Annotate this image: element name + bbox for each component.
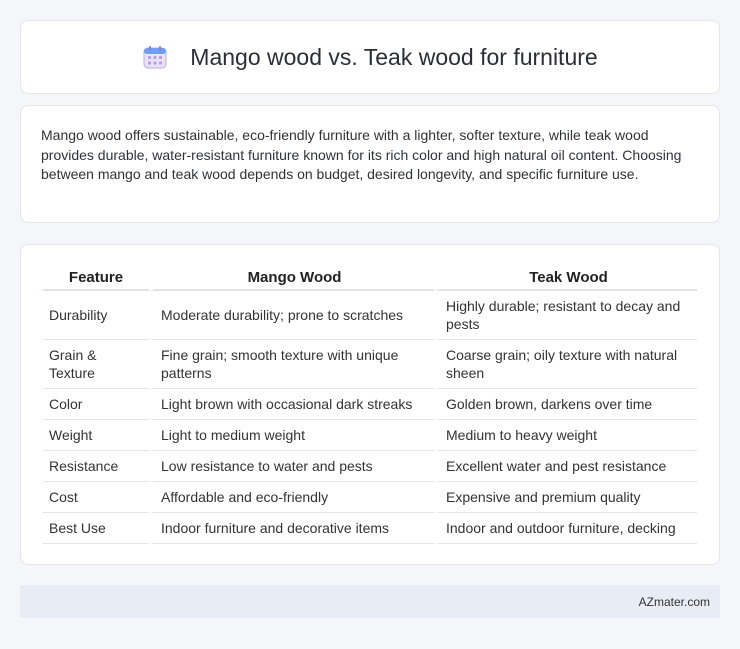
feature-cell: Grain & Texture — [43, 340, 149, 389]
table-row: Grain & Texture Fine grain; smooth textu… — [43, 340, 697, 389]
feature-cell: Best Use — [43, 513, 149, 544]
mango-cell: Affordable and eco-friendly — [149, 482, 434, 513]
table-row: Weight Light to medium weight Medium to … — [43, 420, 697, 451]
calendar-icon — [142, 44, 168, 70]
feature-cell: Weight — [43, 420, 149, 451]
page-title: Mango wood vs. Teak wood for furniture — [190, 43, 598, 70]
column-header-feature: Feature — [43, 265, 149, 291]
comparison-table: Feature Mango Wood Teak Wood Durability … — [43, 265, 697, 544]
feature-cell: Cost — [43, 482, 149, 513]
teak-cell: Indoor and outdoor furniture, decking — [434, 513, 697, 544]
table-row: Cost Affordable and eco-friendly Expensi… — [43, 482, 697, 513]
comparison-card: Feature Mango Wood Teak Wood Durability … — [20, 244, 720, 565]
mango-cell: Fine grain; smooth texture with unique p… — [149, 340, 434, 389]
mango-cell: Low resistance to water and pests — [149, 451, 434, 482]
intro-card: Mango wood offers sustainable, eco-frien… — [20, 105, 720, 223]
intro-text: Mango wood offers sustainable, eco-frien… — [41, 127, 682, 182]
mango-cell: Light brown with occasional dark streaks — [149, 389, 434, 420]
feature-cell: Resistance — [43, 451, 149, 482]
teak-cell: Excellent water and pest resistance — [434, 451, 697, 482]
table-row: Best Use Indoor furniture and decorative… — [43, 513, 697, 544]
teak-cell: Coarse grain; oily texture with natural … — [434, 340, 697, 389]
footer: AZmater.com — [20, 585, 720, 618]
footer-brand-link[interactable]: AZmater.com — [639, 595, 710, 609]
feature-cell: Color — [43, 389, 149, 420]
teak-cell: Highly durable; resistant to decay and p… — [434, 291, 697, 340]
column-header-teak: Teak Wood — [434, 265, 697, 291]
teak-cell: Medium to heavy weight — [434, 420, 697, 451]
table-row: Durability Moderate durability; prone to… — [43, 291, 697, 340]
table-row: Resistance Low resistance to water and p… — [43, 451, 697, 482]
teak-cell: Expensive and premium quality — [434, 482, 697, 513]
teak-cell: Golden brown, darkens over time — [434, 389, 697, 420]
column-header-mango: Mango Wood — [149, 265, 434, 291]
mango-cell: Indoor furniture and decorative items — [149, 513, 434, 544]
feature-cell: Durability — [43, 291, 149, 340]
mango-cell: Light to medium weight — [149, 420, 434, 451]
table-row: Color Light brown with occasional dark s… — [43, 389, 697, 420]
title-card: Mango wood vs. Teak wood for furniture — [20, 20, 720, 94]
table-header-row: Feature Mango Wood Teak Wood — [43, 265, 697, 291]
mango-cell: Moderate durability; prone to scratches — [149, 291, 434, 340]
